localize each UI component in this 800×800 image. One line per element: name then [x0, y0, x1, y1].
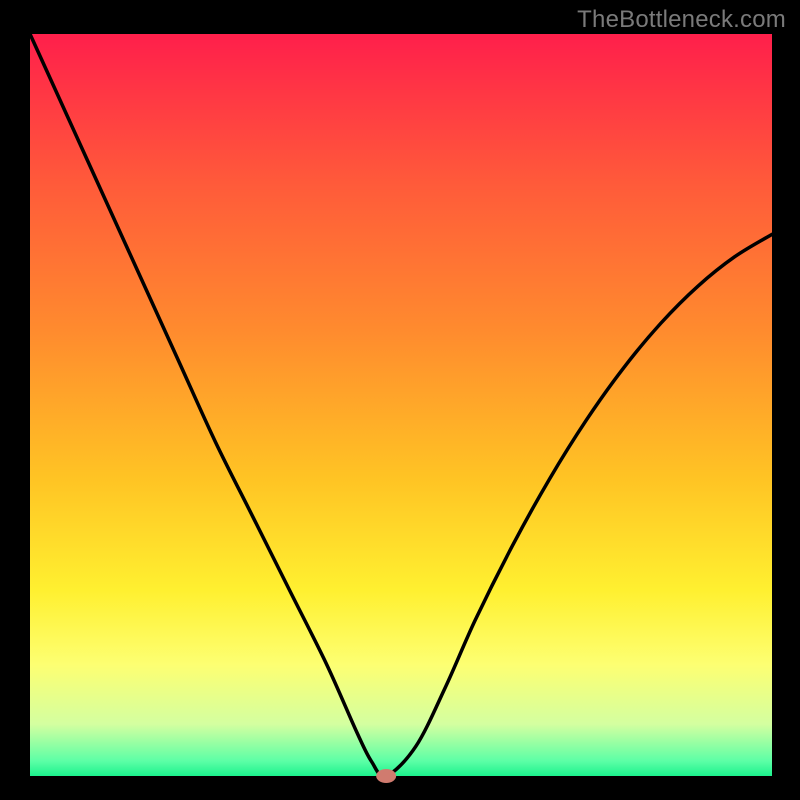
optimal-point-marker [376, 769, 396, 783]
plot-background [30, 34, 772, 776]
chart-frame: TheBottleneck.com [0, 0, 800, 800]
bottleneck-chart [0, 0, 800, 800]
watermark-text: TheBottleneck.com [577, 6, 786, 34]
